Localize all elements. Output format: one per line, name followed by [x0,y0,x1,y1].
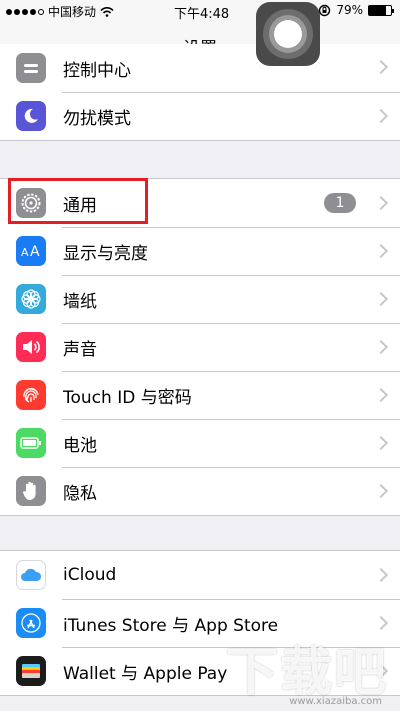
settings-row-do-not-disturb[interactable]: 勿扰模式 [0,92,400,140]
settings-row-battery[interactable]: 电池 [0,419,400,467]
svg-text:A: A [30,244,40,259]
settings-row-icloud[interactable]: iCloud [0,551,400,599]
row-label: 控制中心 [63,61,131,81]
row-label: 勿扰模式 [63,108,131,129]
speaker-icon [16,332,46,362]
settings-row-display-brightness[interactable]: AA 显示与亮度 [0,227,400,275]
row-label: Touch ID 与密码 [63,387,192,408]
watermark-url: www.xiazaiba.com [289,696,382,707]
control-center-icon [16,53,46,83]
settings-row-sounds[interactable]: 声音 [0,323,400,371]
settings-group-general: 通用 1 AA 显示与亮度 墙纸 声音 Touch ID 与密码 电池 隐私 [0,178,400,516]
battery-level-fill [369,5,387,15]
row-label: iCloud [63,565,117,585]
display-brightness-icon: AA [16,236,46,266]
settings-group-top: 控制中心 勿扰模式 [0,44,400,141]
settings-row-wallpaper[interactable]: 墙纸 [0,275,400,323]
app-store-icon [16,608,46,638]
signal-strength-icon [6,8,44,15]
assistive-touch-button[interactable] [256,2,320,66]
hand-icon [16,476,46,506]
chevron-right-icon [373,59,389,75]
notification-badge: 1 [324,193,356,213]
watermark-logo: 下载吧 [225,643,388,703]
chevron-right-icon [373,195,389,211]
battery-icon [16,428,46,458]
row-label: 电池 [63,435,97,456]
status-time: 下午4:48 [174,7,230,22]
settings-row-control-center[interactable]: 控制中心 [0,44,400,92]
signal-carrier: 中国移动 [6,3,114,20]
settings-row-touch-id[interactable]: Touch ID 与密码 [0,371,400,419]
fingerprint-icon [16,380,46,410]
status-bar: 中国移动 下午4:48 79% [0,0,400,22]
status-right: 79% [318,3,394,17]
row-label: 显示与亮度 [63,243,148,264]
moon-icon [16,101,46,131]
wifi-icon [100,6,114,17]
battery-percent: 79% [336,3,363,17]
cloud-icon [16,560,46,590]
row-label: 声音 [63,339,97,360]
battery-icon [368,4,394,16]
settings-row-privacy[interactable]: 隐私 [0,467,400,515]
svg-text:A: A [21,246,29,259]
highlight-box [8,178,148,224]
orientation-lock-icon [319,4,331,16]
row-label: 墙纸 [63,291,97,312]
wallet-icon [16,656,46,686]
chevron-right-icon [373,567,389,583]
wallpaper-flower-icon [16,284,46,314]
row-label: Wallet 与 Apple Pay [63,663,228,684]
carrier-label: 中国移动 [48,5,97,19]
row-label: 隐私 [63,483,97,504]
